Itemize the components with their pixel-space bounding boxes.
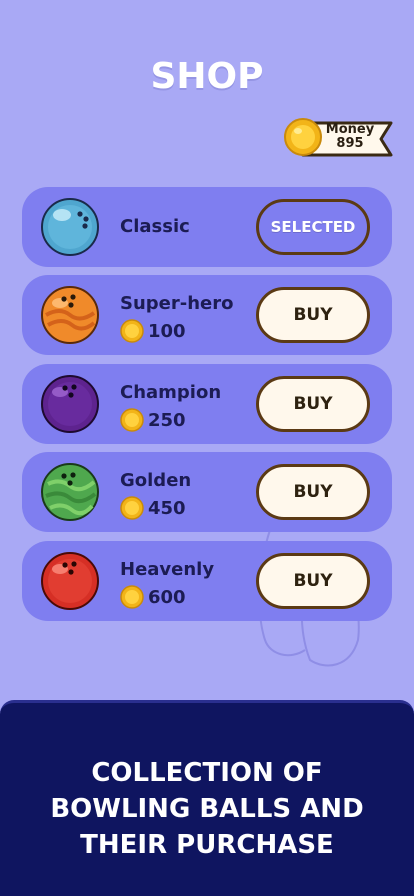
money-display: Money 895	[283, 116, 395, 162]
price-row: 250	[120, 407, 186, 433]
ball-price: 450	[148, 497, 186, 519]
price-row: 100	[120, 318, 186, 344]
ball-name: Classic	[120, 216, 190, 237]
promo-line-3: THEIR PURCHASE	[80, 830, 334, 860]
super-hero-ball-icon	[41, 286, 99, 344]
golden-ball-icon	[41, 463, 99, 521]
heavenly-ball-icon	[41, 552, 99, 610]
coin-icon	[120, 585, 144, 609]
ball-name: Super-hero	[120, 293, 234, 314]
promo-line-1: COLLECTION OF	[91, 758, 323, 788]
selected-button[interactable]: SELECTED	[256, 199, 370, 255]
ball-price: 600	[148, 586, 186, 608]
money-label-block: Money 895	[321, 123, 379, 151]
ball-price: 250	[148, 409, 186, 431]
buy-button[interactable]: BUY	[256, 287, 370, 343]
ball-card-champion: Champion 250 BUY	[22, 364, 392, 444]
champion-ball-icon	[41, 375, 99, 433]
coin-icon	[284, 118, 322, 156]
ball-card-classic: Classic SELECTED	[22, 187, 392, 267]
ball-name: Champion	[120, 382, 222, 403]
ball-card-golden: Golden 450 BUY	[22, 452, 392, 532]
ball-card-super-hero: Super-hero 100 BUY	[22, 275, 392, 355]
buy-button[interactable]: BUY	[256, 464, 370, 520]
buy-button[interactable]: BUY	[256, 376, 370, 432]
coin-icon	[120, 408, 144, 432]
page-title: SHOP	[150, 56, 264, 97]
promo-banner: COLLECTION OF BOWLING BALLS AND THEIR PU…	[0, 700, 414, 896]
money-value: 895	[336, 136, 364, 151]
price-row: 450	[120, 495, 186, 521]
ball-name: Heavenly	[120, 559, 215, 580]
coin-icon	[120, 319, 144, 343]
buy-button[interactable]: BUY	[256, 553, 370, 609]
promo-caption: COLLECTION OF BOWLING BALLS AND THEIR PU…	[0, 755, 414, 863]
price-row: 600	[120, 584, 186, 610]
promo-line-2: BOWLING BALLS AND	[50, 794, 364, 824]
ball-card-heavenly: Heavenly 600 BUY	[22, 541, 392, 621]
ball-name: Golden	[120, 470, 192, 491]
coin-icon	[120, 496, 144, 520]
money-label: Money	[325, 122, 375, 137]
shop-screen: SHOP Money 895 Classic SELECTED Super-he…	[0, 0, 414, 705]
classic-ball-icon	[41, 198, 99, 256]
ball-price: 100	[148, 320, 186, 342]
